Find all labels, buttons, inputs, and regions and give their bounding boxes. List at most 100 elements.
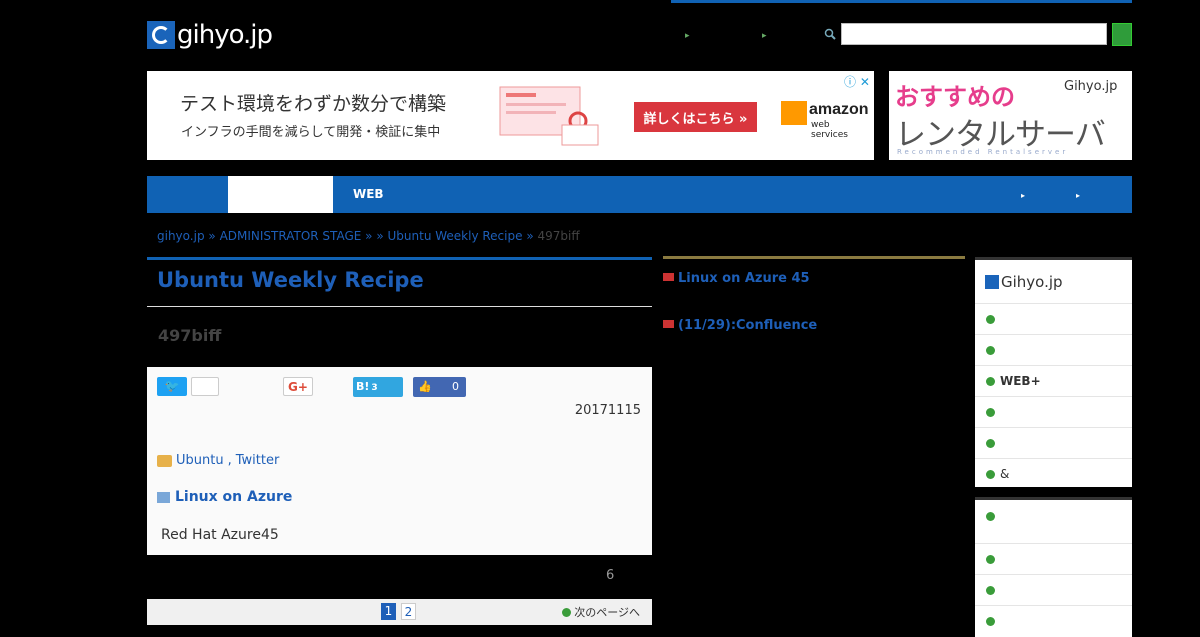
section-heading (986, 512, 1000, 521)
divider (147, 306, 652, 307)
ad-banner-rental[interactable]: おすすめの Gihyo.jp レンタルサーバ Recommended Renta… (889, 71, 1132, 160)
ad2-logo: Gihyo.jp (1064, 79, 1118, 94)
sidebar-item[interactable] (975, 396, 1132, 427)
header-link-2[interactable]: ▸ (762, 28, 769, 41)
sidebar-item-label: WEB+ (1000, 374, 1041, 388)
aws-subtext: web services (811, 120, 848, 140)
site-logo[interactable]: gihyo.jp (147, 20, 273, 50)
tag-link[interactable]: Ubuntu (176, 453, 224, 468)
tag-icon (157, 454, 172, 467)
arrow-circle-icon (986, 376, 995, 386)
breadcrumb-stage[interactable]: ADMINISTRATOR STAGE (220, 229, 362, 243)
arrow-circle-icon (986, 438, 995, 448)
breadcrumb: gihyo.jp » ADMINISTRATOR STAGE » » Ubunt… (157, 229, 580, 243)
header-link-1[interactable]: ▸ (685, 28, 692, 41)
ad-subline: インフラの手間を減らして開発・検証に集中 (181, 125, 441, 140)
gplus-button[interactable]: G+ (283, 377, 313, 396)
arrow-circle-icon (986, 616, 995, 626)
nav-item-2[interactable] (228, 176, 333, 213)
news-item[interactable]: (11/29):Confluence (663, 316, 965, 335)
arrow-circle-icon (986, 554, 995, 564)
sidebar-item[interactable] (975, 574, 1132, 605)
breadcrumb-current: 497biff (537, 229, 580, 243)
arrow-circle-icon (986, 314, 995, 324)
sidebar-item[interactable] (975, 543, 1132, 574)
search-button[interactable] (1112, 23, 1132, 46)
pager: 1 2 次のページへ (147, 599, 652, 625)
hatena-count: 3 (371, 383, 378, 393)
sidebar-logo[interactable]: Gihyo.jp (985, 273, 1063, 291)
tweet-count (191, 377, 219, 396)
page-number: 6 (606, 568, 615, 583)
tweet-button[interactable]: 🐦 (157, 377, 187, 396)
sidebar-item[interactable] (975, 303, 1132, 334)
amazon-wordmark: amazon (809, 101, 869, 118)
like-count: 0 (452, 380, 459, 393)
next-page-link[interactable]: 次のページへ (562, 604, 640, 620)
news-text: Linux on Azure 45 (678, 271, 810, 286)
play-icon (157, 491, 170, 503)
breadcrumb-sep: » (365, 229, 373, 243)
news-text: (11/29):Confluence (678, 318, 818, 333)
arrow-circle-icon (986, 407, 995, 417)
breadcrumb-series[interactable]: Ubuntu Weekly Recipe (388, 229, 523, 243)
article-card: 🐦 G+ B! 3 👍 0 20171115 Ubuntu, Twitter Lin… (147, 367, 652, 555)
top-accent-bar (671, 0, 1132, 3)
arrow-circle-icon (986, 345, 995, 355)
sidebar-item[interactable]: WEB+ (975, 365, 1132, 396)
breadcrumb-home[interactable]: gihyo.jp (157, 229, 205, 243)
flag-icon (663, 320, 674, 328)
ad-cta-button[interactable]: 詳しくはこちら » (634, 102, 757, 132)
sidebar-item[interactable] (975, 605, 1132, 636)
sidebar-site-menu: Gihyo.jp WEB+ & (975, 257, 1132, 487)
related-title: Linux on Azure (175, 489, 293, 505)
main-nav: WEB ▸ ▸ (147, 176, 1132, 213)
search-input[interactable] (841, 23, 1107, 45)
logo-mark-icon (985, 275, 999, 289)
page-1-button[interactable]: 1 (381, 603, 396, 620)
breadcrumb-sep: » (526, 229, 534, 243)
sidebar-logo-text: Gihyo.jp (1001, 273, 1063, 291)
publish-date: 20171115 (574, 403, 641, 418)
ad-headline: テスト環境をわずか数分で構築 (180, 93, 447, 115)
ad-choices-icon[interactable]: ⓘ ✕ (844, 73, 870, 90)
thumbs-up-icon: 👍 (418, 380, 432, 393)
nav-item-3[interactable]: WEB (353, 176, 384, 213)
twitter-icon: 🐦 (164, 379, 180, 393)
article-top-bar (147, 257, 652, 260)
sidebar-item[interactable] (975, 427, 1132, 458)
hatena-label: B! (356, 380, 370, 393)
tag-list: Ubuntu, Twitter (157, 453, 279, 468)
breadcrumb-sep: » (208, 229, 216, 243)
series-title[interactable]: Ubuntu Weekly Recipe (157, 268, 424, 292)
flag-icon (663, 273, 674, 281)
ad-illustration (492, 85, 612, 147)
aws-cubes-icon (781, 101, 807, 125)
hatena-button[interactable]: B! 3 (353, 377, 403, 397)
arrow-icon: ▸ (1021, 191, 1026, 200)
arrow-icon: ▸ (762, 31, 767, 41)
ad2-line3: Recommended Rentalserver (897, 148, 1069, 156)
ad2-line1: おすすめの (895, 83, 1015, 111)
next-label: 次のページへ (574, 606, 640, 619)
related-text: Red Hat Azure45 (161, 527, 279, 543)
arrow-circle-icon (986, 469, 995, 479)
facebook-like-button[interactable]: 👍 0 (413, 377, 466, 397)
arrow-circle-icon (986, 585, 995, 595)
related-link[interactable]: Linux on Azure (157, 489, 292, 505)
nav-right-1[interactable]: ▸ (1021, 176, 1027, 213)
tag-link[interactable]: Twitter (236, 453, 280, 468)
page-2-button[interactable]: 2 (401, 603, 416, 620)
sidebar-item[interactable]: & (975, 458, 1132, 489)
article-title: 497biff (158, 326, 222, 345)
news-item[interactable]: Linux on Azure 45 (663, 269, 965, 288)
sidebar-section-2 (975, 497, 1132, 637)
nav-right-2[interactable]: ▸ (1076, 176, 1082, 213)
sidebar-item[interactable] (975, 334, 1132, 365)
news-top-bar (663, 256, 965, 259)
ad-banner-aws[interactable]: テスト環境をわずか数分で構築 インフラの手間を減らして開発・検証に集中 詳しくは… (147, 71, 874, 160)
tag-sep: , (227, 453, 232, 468)
logo-text: gihyo.jp (177, 20, 273, 50)
arrow-circle-icon (562, 607, 572, 617)
arrow-icon: ▸ (685, 31, 690, 41)
